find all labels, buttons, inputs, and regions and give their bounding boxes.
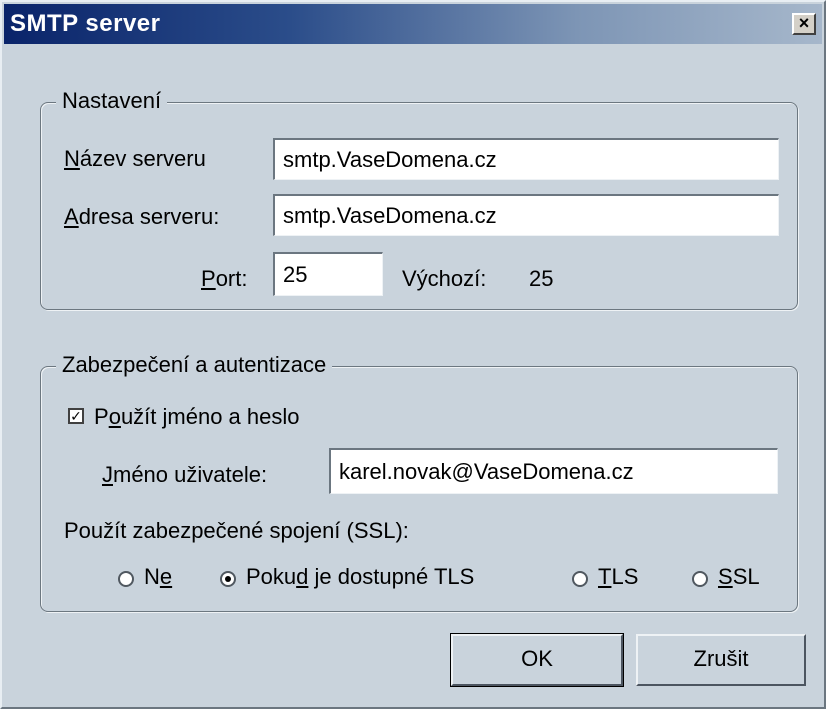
ssl-option-no-label[interactable]: Ne (144, 564, 172, 590)
default-port-value: 25 (529, 266, 554, 291)
title-bar[interactable]: SMTP server × (4, 4, 822, 44)
ssl-option-ssl-radio[interactable] (692, 571, 708, 587)
ok-button[interactable]: OK (450, 633, 624, 687)
port-label: Port: (201, 266, 248, 291)
ssl-label: Použít zabezpečené spojení (SSL): (64, 518, 409, 543)
default-port-label: Výchozí: (402, 266, 487, 291)
server-address-input[interactable] (273, 194, 779, 236)
server-address-label: Adresa serveru: (64, 204, 220, 229)
ssl-option-tls-label[interactable]: TLS (598, 564, 638, 590)
security-legend: Zabezpečení a autentizace (56, 352, 333, 378)
ssl-option-no-radio[interactable] (118, 571, 134, 587)
port-input[interactable] (273, 252, 383, 296)
ssl-option-tls-if-available-label[interactable]: Pokud je dostupné TLS (246, 564, 474, 590)
use-auth-label[interactable]: Použít jméno a heslo (94, 404, 299, 430)
ssl-option-ssl-label[interactable]: SSL (718, 564, 760, 590)
close-icon[interactable]: × (792, 13, 816, 35)
settings-legend: Nastavení (56, 88, 168, 114)
server-name-input[interactable] (273, 138, 779, 180)
dialog-title: SMTP server (10, 10, 161, 37)
cancel-button[interactable]: Zrušit (636, 634, 806, 686)
ssl-option-tls-radio[interactable] (572, 571, 588, 587)
ssl-option-tls-if-available-radio[interactable] (220, 571, 236, 587)
server-name-label: Název serveru (64, 146, 206, 171)
username-input[interactable] (329, 448, 778, 494)
use-auth-checkbox[interactable]: ✓ (68, 408, 84, 424)
username-label: Jméno uživatele: (102, 462, 268, 487)
smtp-server-dialog: SMTP server × Nastavení Název serveru Ad… (0, 0, 826, 709)
